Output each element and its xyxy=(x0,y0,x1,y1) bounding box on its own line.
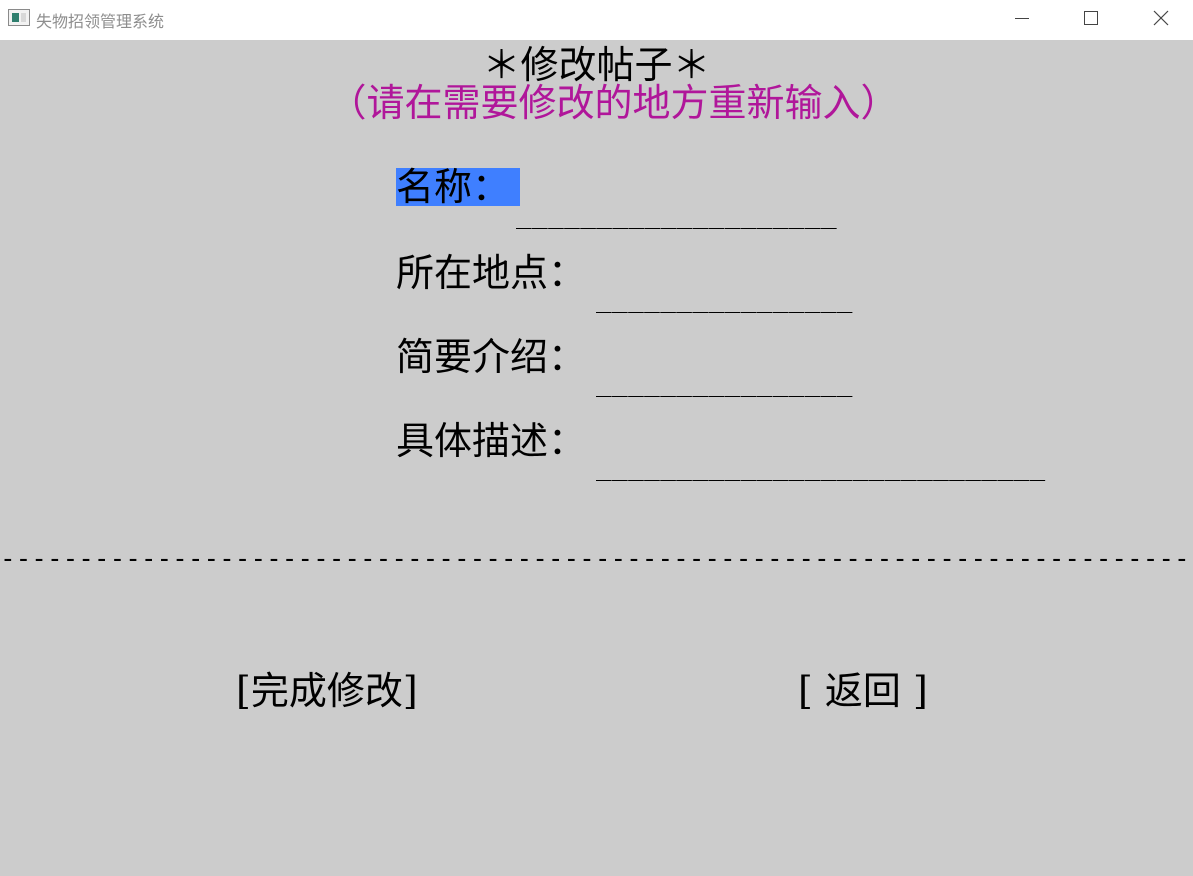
summary-label: 简要介绍： xyxy=(396,335,587,379)
maximize-icon xyxy=(1084,11,1098,25)
back-button[interactable]: [ 返回 ] xyxy=(798,672,928,710)
minimize-button[interactable] xyxy=(999,0,1045,36)
minimize-icon xyxy=(1015,17,1029,19)
detail-field[interactable]: ____________________________ xyxy=(596,454,1046,480)
window-app-icon xyxy=(8,9,30,26)
name-label: 名称： xyxy=(396,168,521,206)
console-area: ＊修改帖子＊ （请在需要修改的地方重新输入） 名称： _____________… xyxy=(0,40,1193,876)
finish-edit-button[interactable]: [完成修改] xyxy=(236,672,418,710)
section-divider: ----------------------------------------… xyxy=(0,546,1193,572)
page-title: ＊修改帖子＊ xyxy=(482,43,711,87)
summary-field[interactable]: ________________ xyxy=(596,370,853,396)
close-icon xyxy=(1153,10,1169,26)
name-field[interactable]: ____________________ xyxy=(516,202,837,228)
location-label: 所在地点： xyxy=(396,251,587,295)
location-field[interactable]: ________________ xyxy=(596,286,853,312)
page-instruction: （请在需要修改的地方重新输入） xyxy=(328,81,899,125)
window-title: 失物招领管理系统 xyxy=(36,12,165,31)
detail-label: 具体描述： xyxy=(396,419,587,463)
title-bar: 失物招领管理系统 xyxy=(0,0,1193,40)
close-button[interactable] xyxy=(1138,0,1184,36)
maximize-button[interactable] xyxy=(1068,0,1114,36)
